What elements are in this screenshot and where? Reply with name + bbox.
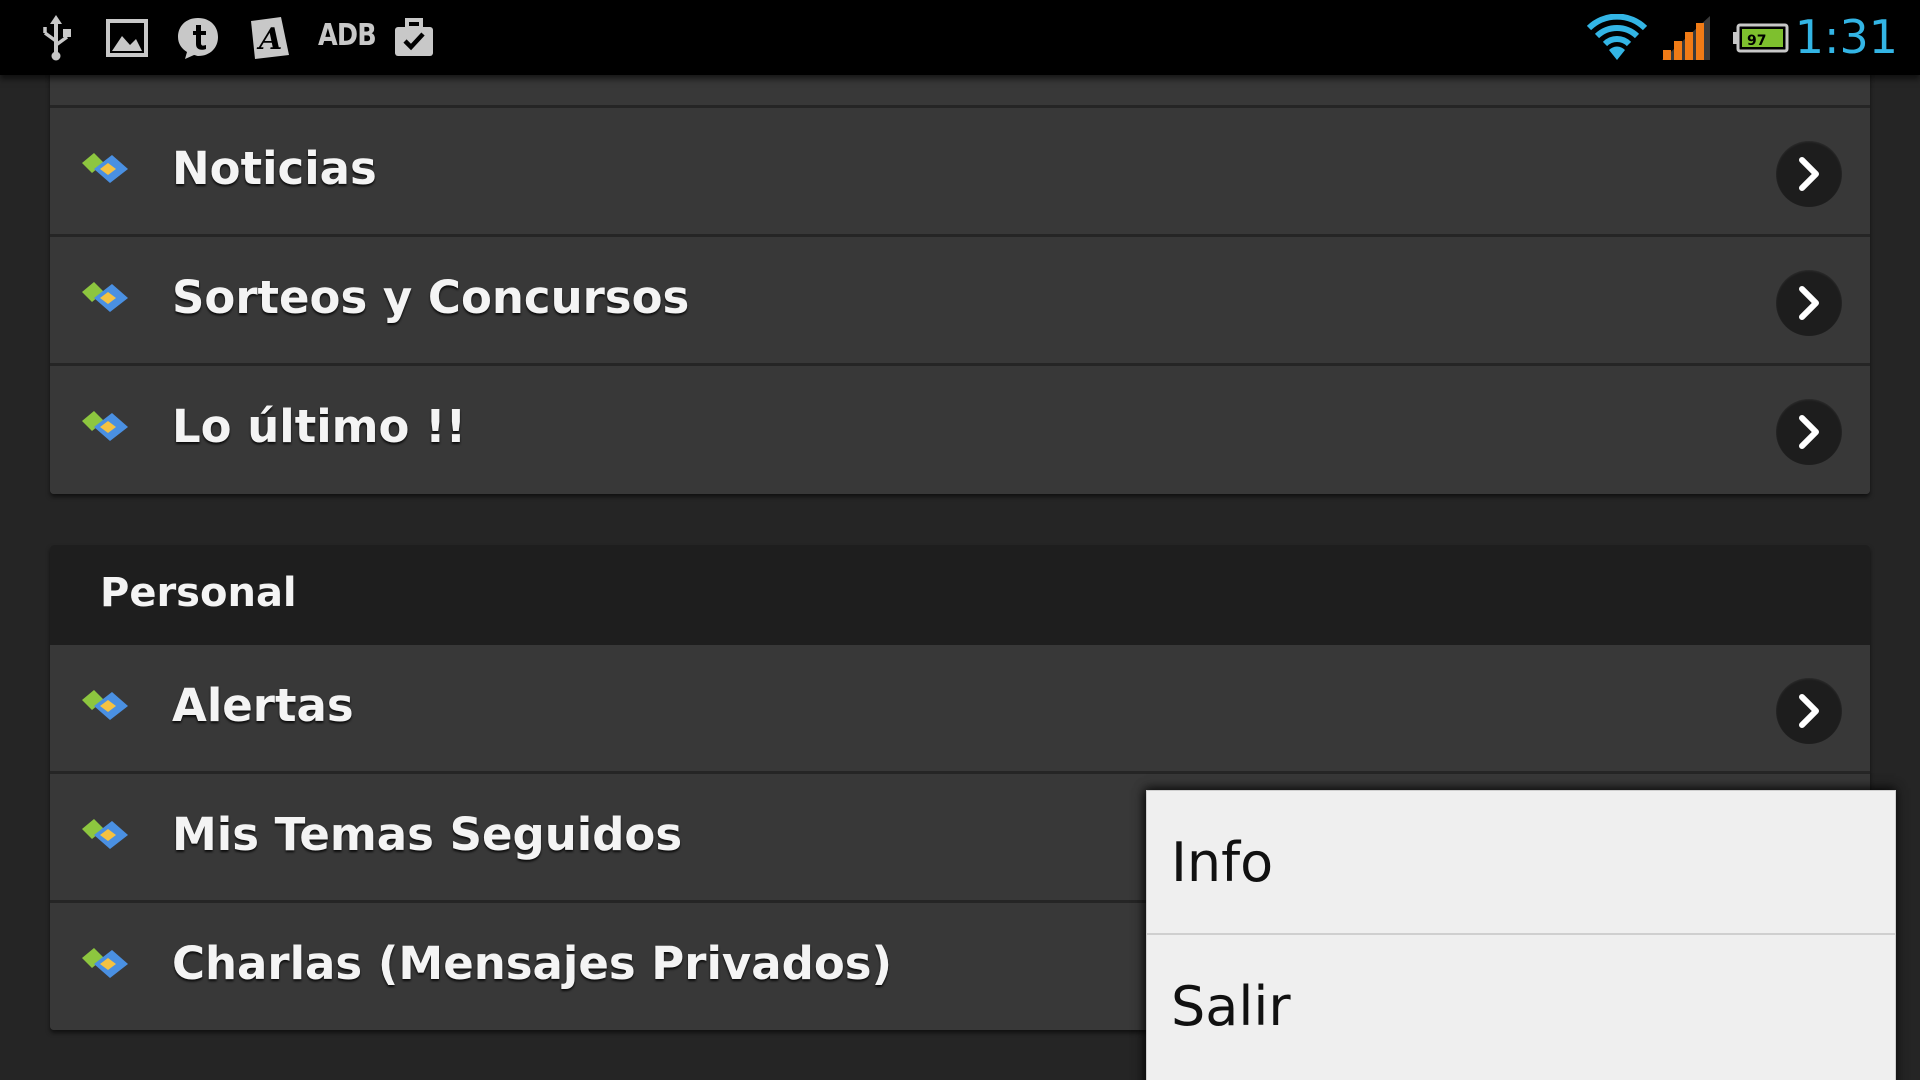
chevron-right-icon[interactable] — [1776, 399, 1842, 465]
chevron-right-icon[interactable] — [1776, 270, 1842, 336]
battery-level: 97 — [1747, 33, 1767, 49]
list-item-noticias[interactable]: Noticias — [50, 108, 1870, 237]
wifi-icon — [1586, 12, 1648, 64]
chevron-right-icon[interactable] — [1776, 141, 1842, 207]
forum-icon — [82, 411, 128, 441]
tapatalk-icon — [174, 12, 222, 64]
list-item-label: Charlas (Mensajes Privados) — [172, 937, 893, 990]
menu-item-label: Info — [1171, 831, 1274, 894]
forum-icon — [82, 282, 128, 312]
usb-icon — [36, 12, 76, 64]
section-header-label: Personal — [100, 570, 297, 616]
list-item-label: Sorteos y Concursos — [172, 271, 690, 324]
menu-item-label: Salir — [1171, 975, 1291, 1038]
menu-item-salir[interactable]: Salir — [1147, 935, 1895, 1079]
list-item-label: Mis Temas Seguidos — [172, 808, 683, 861]
forum-list-card: Noticias Sorteos y Concursos Lo último !… — [50, 40, 1870, 494]
forum-icon — [82, 153, 128, 183]
list-item-sorteos[interactable]: Sorteos y Concursos — [50, 237, 1870, 366]
overflow-menu: Info Salir — [1146, 790, 1896, 1080]
forum-icon — [82, 819, 128, 849]
signal-icon — [1660, 12, 1712, 64]
gallery-icon — [104, 12, 150, 64]
briefcase-check-icon — [390, 12, 438, 64]
section-header: Personal — [50, 545, 1870, 645]
svg-text:A: A — [256, 22, 282, 57]
clock: 1:31 — [1794, 10, 1898, 64]
font-app-icon: A — [246, 12, 294, 64]
forum-icon — [82, 948, 128, 978]
forum-icon — [82, 690, 128, 720]
list-item-lo-ultimo[interactable]: Lo último !! — [50, 366, 1870, 494]
list-item-label: Lo último !! — [172, 400, 467, 453]
chevron-right-icon[interactable] — [1776, 678, 1842, 744]
battery-icon: 97 — [1732, 12, 1790, 64]
list-item-alertas[interactable]: Alertas — [50, 645, 1870, 774]
list-item-label: Noticias — [172, 142, 377, 195]
list-item-label: Alertas — [172, 679, 354, 732]
status-bar: A ADB 97 1:31 — [0, 0, 1920, 75]
adb-icon: ADB — [318, 18, 377, 53]
menu-item-info[interactable]: Info — [1147, 791, 1895, 935]
